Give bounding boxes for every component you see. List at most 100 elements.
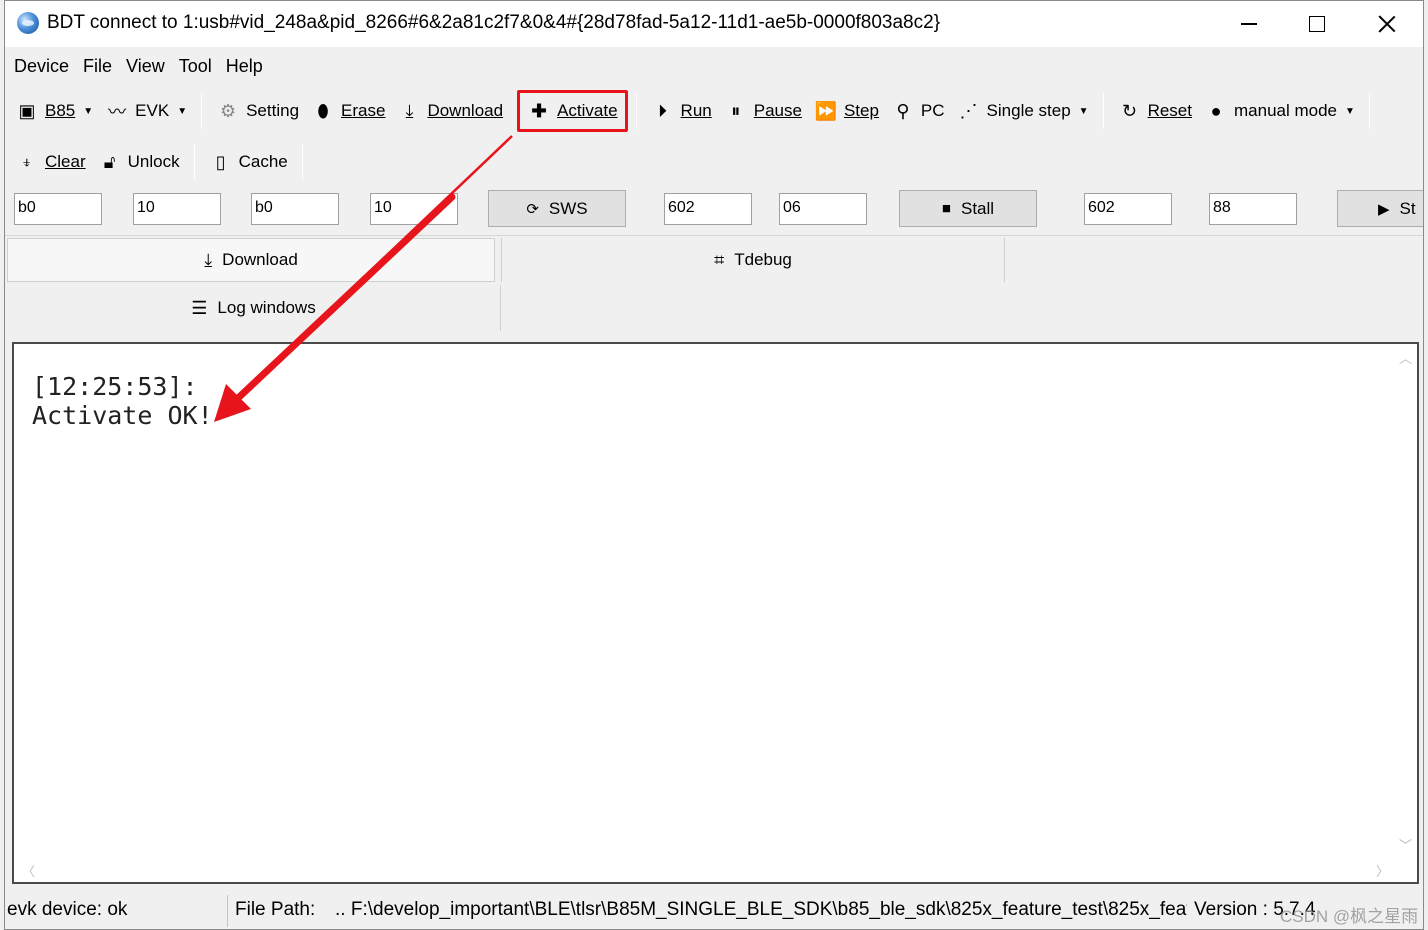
step-label: Step [843,101,879,120]
tab-log-label: Log windows [217,298,316,317]
close-button[interactable] [1353,1,1421,47]
log-text: [12:25:53]: Activate OK! [32,372,213,430]
broom-icon: ⍖ [21,151,33,172]
download-button[interactable]: ⤓ Download [391,94,509,128]
unlock-icon: 🔓︎ [103,151,116,172]
waveform-icon: 〰 [108,102,127,122]
mode-icon: ● [1210,100,1222,121]
length-field-1[interactable]: 10 [133,193,221,225]
reset-label: Reset [1147,101,1192,120]
cache-button[interactable]: ▯ Cache [203,145,294,179]
mode-select-button[interactable]: ● manual mode ▼ [1198,94,1361,128]
scroll-right-icon[interactable]: 〉 [1376,861,1389,880]
chip-icon: ▣ [18,100,36,121]
main-toolbar: ▣ B85 ▼ 〰 EVK ▼ ⚙ Setting ⬮ Erase ⤓ Down… [9,90,1378,132]
horizontal-scrollbar[interactable]: 〈 〉 [14,858,1397,882]
length-field-2[interactable]: 10 [370,193,458,225]
unlock-label: Unlock [127,152,180,171]
chevron-down-icon: ▼ [83,105,94,117]
chip-select-button[interactable]: ▣ B85 ▼ [9,94,99,128]
window-title: BDT connect to 1:usb#vid_248a&pid_8266#6… [47,12,941,33]
activate-label: Activate [557,101,618,120]
board-label: EVK [135,101,170,120]
maximize-button[interactable] [1283,1,1351,47]
value-field-2[interactable]: 88 [1209,193,1297,225]
start-label: St [1399,198,1416,218]
tab-log-windows[interactable]: ☰ Log windows [7,285,501,331]
run-button[interactable]: ⏵ Run [645,94,718,128]
unlock-button[interactable]: 🔓︎ Unlock [92,145,186,179]
pause-button[interactable]: ⏸ Pause [718,94,808,128]
mode-label: manual mode [1234,101,1338,120]
file-path-label: File Path: [235,899,316,920]
pause-label: Pause [753,101,802,120]
file-path-value: .. F:\develop_important\BLE\tlsr\B85M_SI… [335,899,1187,920]
value-field-1[interactable]: 06 [779,193,867,225]
log-output-panel[interactable]: [12:25:53]: Activate OK! ︿ ﹀ 〈 〉 [12,342,1419,884]
device-status: evk device: ok [7,899,128,920]
step-button[interactable]: ⏩ Step [808,94,885,128]
chevron-down-icon: ▼ [1345,105,1355,117]
address-field-1[interactable]: b0 [14,193,102,225]
toolbar-divider [193,144,195,180]
chevron-down-icon: ▼ [177,105,188,117]
sd-card-icon: ▯ [215,151,226,172]
scroll-up-icon[interactable]: ︿ [1399,348,1412,367]
cache-label: Cache [238,152,288,171]
log-message: Activate OK! [32,401,213,430]
pause-icon: ⏸ [731,100,741,121]
stop-icon: ■ [941,200,951,217]
menu-view[interactable]: View [119,51,172,81]
sws-button[interactable]: ⟳ SWS [488,190,626,227]
address-field-2[interactable]: b0 [251,193,339,225]
vertical-scrollbar[interactable]: ︿ ﹀ [1393,344,1417,858]
reset-button[interactable]: ↻ Reset [1112,94,1198,128]
board-select-button[interactable]: 〰 EVK ▼ [99,94,193,128]
sws-label: SWS [548,198,588,218]
scroll-left-icon[interactable]: 〈 [22,861,35,880]
stall-label: Stall [960,198,995,218]
minimize-button[interactable] [1215,1,1283,47]
scroll-down-icon[interactable]: ﹀ [1399,835,1412,854]
toolbar-divider [201,93,203,129]
menu-help[interactable]: Help [219,51,270,81]
erase-button[interactable]: ⬮ Erase [305,94,391,128]
stall-button[interactable]: ■ Stall [899,190,1037,227]
tab-download-label: Download [222,250,298,269]
start-button[interactable]: ▶ St [1337,190,1423,227]
tab-download[interactable]: ⤓ Download [7,238,495,282]
setting-button[interactable]: ⚙ Setting [210,94,305,128]
pc-label: PC [920,101,945,120]
minimize-icon [1241,23,1257,25]
clear-button[interactable]: ⍖ Clear [9,145,92,179]
run-icon: ⏵ [658,100,668,121]
menu-bar: Device File View Tool Help [5,51,270,81]
pc-button[interactable]: ⚲ PC [885,94,951,128]
download-arrow-icon: ⤓ [204,249,213,270]
chevron-down-icon: ▼ [1078,105,1089,117]
search-icon: ⚲ [896,100,910,121]
menu-tool[interactable]: Tool [172,51,219,81]
list-icon: ☰ [191,297,208,318]
log-timestamp: [12:25:53]: [32,372,198,401]
toolbar-divider [1102,93,1104,129]
menu-file[interactable]: File [76,51,119,81]
clear-label: Clear [45,152,86,171]
maximize-icon [1309,16,1325,32]
single-step-label: Single step [986,101,1071,120]
run-label: Run [680,101,712,120]
activate-button[interactable]: ✚ Activate [517,90,628,132]
setting-label: Setting [246,101,300,120]
secondary-toolbar: ⍖ Clear 🔓︎ Unlock ▯ Cache [9,144,311,180]
tab-divider [5,235,1423,236]
tab-tdebug[interactable]: ⌗ Tdebug [501,238,1005,282]
single-step-button[interactable]: ⋰ Single step ▼ [951,94,1095,128]
download-label: Download [427,101,504,120]
reload-icon: ⟳ [526,200,539,218]
title-bar: BDT connect to 1:usb#vid_248a&pid_8266#6… [5,1,1423,47]
register-field-2[interactable]: 602 [1084,193,1172,225]
tab-tdebug-label: Tdebug [734,250,792,269]
menu-device[interactable]: Device [5,51,76,81]
register-field-1[interactable]: 602 [664,193,752,225]
footsteps-icon: ⋰ [959,100,978,121]
